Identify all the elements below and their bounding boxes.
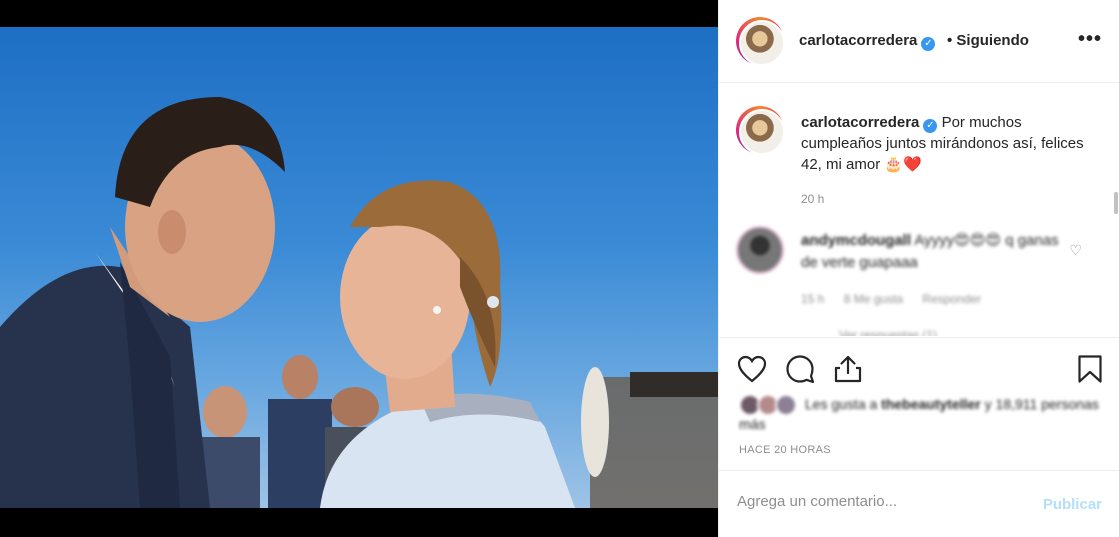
following-button[interactable]: • Siguiendo (947, 32, 1029, 49)
heart-icon (737, 355, 767, 383)
reply-button[interactable]: Responder (922, 292, 981, 306)
post-header: carlotacorredera ✓ • Siguiendo ••• (719, 0, 1119, 83)
add-comment-section: Publicar (719, 470, 1119, 537)
instagram-post-modal: carlotacorredera ✓ • Siguiendo ••• carlot… (0, 0, 1119, 537)
author-avatar[interactable] (736, 17, 785, 66)
view-replies-link[interactable]: Ver respuestas (1) (839, 328, 937, 336)
caption-time[interactable]: 20 h (801, 192, 824, 206)
post-actions: Les gusta a thebeautyteller y 18,911 per… (719, 337, 1119, 470)
comments-scrollbar[interactable] (1114, 192, 1118, 214)
share-icon (834, 355, 862, 383)
likes-summary[interactable]: Les gusta a thebeautyteller y 18,911 per… (739, 394, 1099, 434)
post-timestamp[interactable]: HACE 20 HORAS (739, 444, 831, 456)
comment-time[interactable]: 15 h (801, 292, 824, 306)
comment-likes[interactable]: 8 Me gusta (844, 292, 903, 306)
post-photo[interactable] (0, 27, 718, 508)
post-side-panel: carlotacorredera ✓ • Siguiendo ••• carlot… (718, 0, 1119, 537)
author-username-link[interactable]: carlotacorredera ✓ (799, 32, 936, 51)
bookmark-icon (1078, 355, 1102, 383)
share-button[interactable] (831, 352, 865, 386)
publish-button[interactable]: Publicar (1043, 496, 1102, 513)
comments-list: carlotacorredera ✓ Por muchos cumpleaños … (719, 84, 1119, 336)
comment-username[interactable]: andymcdougall (801, 232, 911, 249)
comment-icon (786, 355, 815, 384)
likes-prefix: Les gusta a (804, 396, 878, 412)
verified-badge-icon: ✓ (921, 37, 936, 51)
caption-avatar[interactable] (736, 106, 785, 155)
verified-badge-icon: ✓ (923, 119, 938, 133)
caption-username[interactable]: carlotacorredera (801, 114, 919, 131)
likers-avatars (739, 394, 801, 416)
more-options-icon[interactable]: ••• (1078, 28, 1102, 51)
author-username[interactable]: carlotacorredera (799, 32, 917, 49)
photo-illustration (0, 97, 718, 508)
comment-input[interactable] (737, 493, 1027, 510)
comment-button[interactable] (783, 352, 817, 386)
comment-avatar[interactable] (736, 226, 784, 274)
comment-body: andymcdougall Ayyyy😍😍😍 q ganas de verte … (801, 230, 1061, 274)
comment-meta: 15 h 8 Me gusta Responder (801, 292, 997, 306)
photo-pane (0, 0, 718, 537)
likes-user[interactable]: thebeautyteller (881, 396, 981, 412)
comment-like-heart-icon[interactable]: ♡ (1069, 242, 1082, 259)
save-button[interactable] (1073, 352, 1107, 386)
caption: carlotacorredera ✓ Por muchos cumpleaños … (801, 112, 1086, 175)
like-button[interactable] (735, 352, 769, 386)
